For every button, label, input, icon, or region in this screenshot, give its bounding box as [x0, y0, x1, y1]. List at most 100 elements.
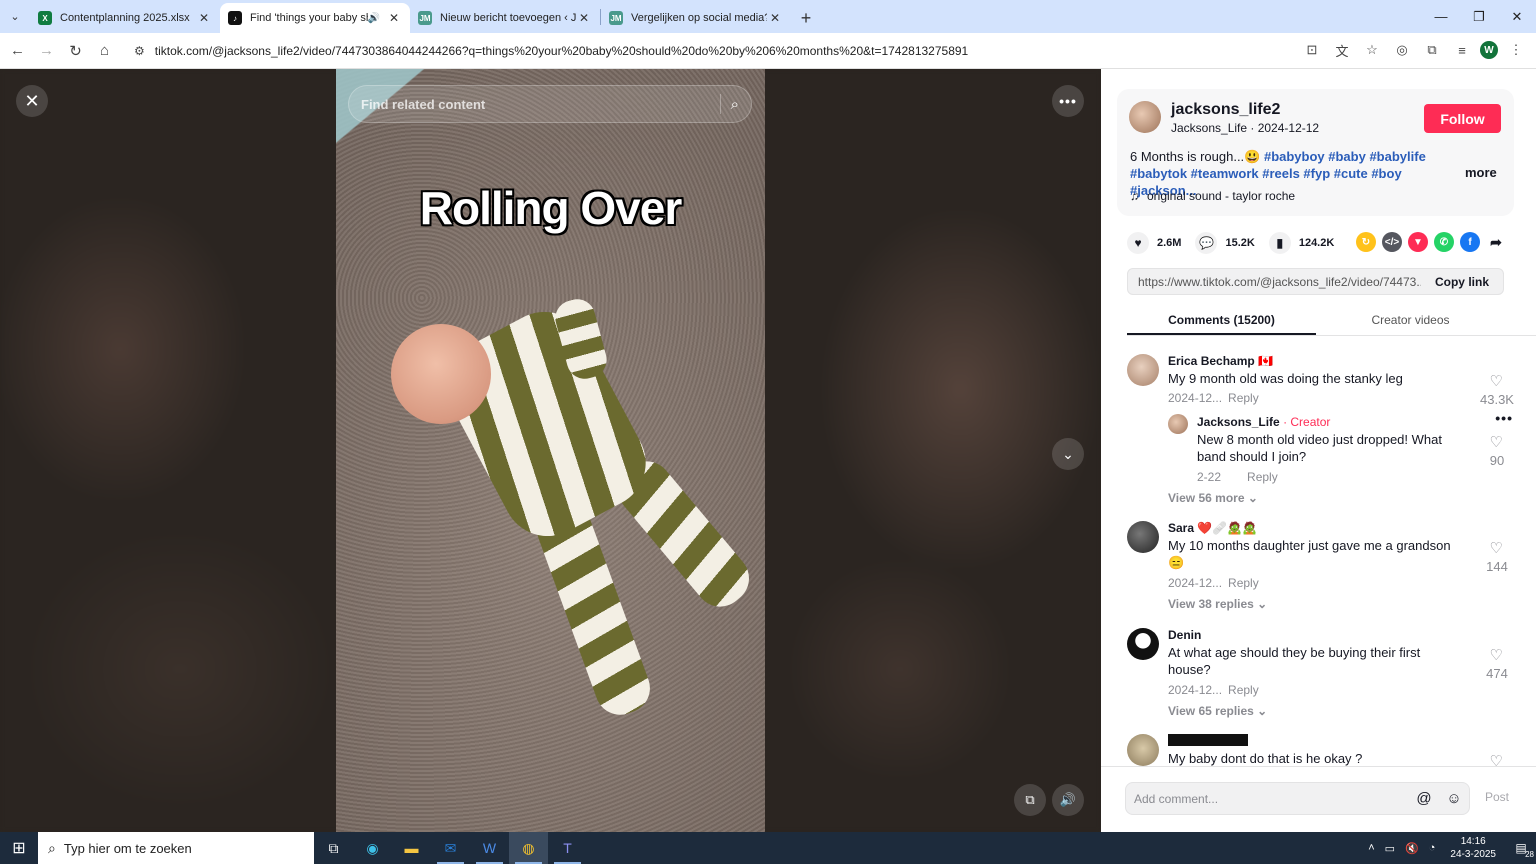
reload-icon[interactable]: ↻ — [61, 36, 90, 66]
description-more-link[interactable]: more — [1465, 165, 1497, 180]
repost-icon[interactable]: ↻ — [1356, 232, 1376, 252]
more-options-button[interactable]: ••• — [1052, 85, 1084, 117]
minimize-icon[interactable]: — — [1422, 0, 1460, 33]
browser-tab-jm-new-post[interactable]: JM Nieuw bericht toevoegen ‹ J/M ✕ — [410, 3, 600, 33]
reply-button[interactable]: Reply — [1247, 470, 1278, 484]
comment-more-icon[interactable]: ••• — [1495, 410, 1513, 426]
commenter-name[interactable]: Erica Bechamp 🇨🇦 — [1168, 354, 1273, 368]
bookmark-star-icon[interactable]: ☆ — [1360, 37, 1384, 63]
author-avatar[interactable] — [1129, 101, 1161, 133]
battery-icon[interactable]: ▭ — [1385, 842, 1395, 855]
creator-avatar[interactable] — [1168, 414, 1188, 434]
close-video-button[interactable]: ✕ — [16, 85, 48, 117]
browser-menu-icon[interactable]: ⋮ — [1504, 37, 1528, 63]
browser-tab-jm-compare[interactable]: JM Vergelijken op social media? Zo ✕ — [601, 3, 791, 33]
teams-icon[interactable]: T — [548, 832, 587, 864]
browser-tab-excel[interactable]: X Contentplanning 2025.xlsx ✕ — [30, 3, 220, 33]
commenter-avatar[interactable] — [1127, 521, 1159, 553]
commenter-name-redacted[interactable] — [1168, 734, 1248, 749]
creator-tag: · Creator — [1283, 415, 1331, 429]
commenter-avatar[interactable] — [1127, 354, 1159, 386]
close-tab-icon[interactable]: ✕ — [767, 11, 783, 25]
post-button[interactable]: Post — [1485, 790, 1509, 804]
profile-avatar[interactable]: W — [1480, 41, 1498, 59]
search-icon[interactable]: ⌕ — [731, 96, 739, 113]
emoji-icon[interactable]: ☺ — [1439, 790, 1469, 807]
picture-in-picture-icon[interactable]: ⧉ — [1014, 784, 1046, 816]
heart-outline-icon[interactable]: ♡ — [1490, 433, 1503, 451]
install-app-icon[interactable]: ⊡ — [1300, 37, 1324, 63]
address-bar[interactable]: ⚙ tiktok.com/@jacksons_life2/video/74473… — [126, 37, 1266, 65]
commenter-name[interactable]: Denin — [1168, 628, 1201, 642]
media-control-icon[interactable]: ≡ — [1450, 37, 1474, 63]
mention-icon[interactable]: @ — [1409, 790, 1439, 807]
author-username[interactable]: jacksons_life2 — [1171, 101, 1280, 119]
edge-icon[interactable]: ◉ — [353, 832, 392, 864]
translate-icon[interactable]: 文 — [1330, 37, 1354, 63]
commenter-avatar[interactable] — [1127, 734, 1159, 766]
file-explorer-icon[interactable]: ▬ — [392, 832, 431, 864]
extension-icon[interactable]: ◎ — [1390, 37, 1414, 63]
word-icon[interactable]: W — [470, 832, 509, 864]
music-info[interactable]: ♫ original sound - taylor roche — [1130, 189, 1295, 203]
close-tab-icon[interactable]: ✕ — [386, 11, 402, 25]
speaker-icon[interactable]: 🔊 — [368, 13, 380, 24]
save-action[interactable]: ▮ 124.2K — [1268, 232, 1334, 254]
browser-tab-strip: ⌄ X Contentplanning 2025.xlsx ✕ ♪ Find '… — [0, 0, 1536, 33]
outlook-icon[interactable]: ✉ — [431, 832, 470, 864]
close-tab-icon[interactable]: ✕ — [576, 11, 592, 25]
wifi-icon[interactable]: ◔ — [1429, 842, 1436, 854]
close-window-icon[interactable]: ✕ — [1498, 0, 1536, 33]
commenter-name[interactable]: Sara ❤️🩹🧟🧟 — [1168, 521, 1257, 535]
restore-icon[interactable]: ❐ — [1460, 0, 1498, 33]
comment-icon: 💬 — [1195, 232, 1218, 254]
view-replies[interactable]: View 38 replies ⌄ — [1168, 597, 1267, 611]
windows-start-icon[interactable]: ⊞ — [0, 832, 38, 864]
mute-icon[interactable]: 🔇 — [1405, 842, 1419, 855]
send-friends-icon[interactable]: ▼ — [1408, 232, 1428, 252]
site-info-icon[interactable]: ⚙ — [134, 44, 145, 58]
new-tab-button[interactable]: + — [791, 3, 821, 33]
heart-outline-icon[interactable]: ♡ — [1490, 646, 1503, 664]
chrome-icon[interactable]: ◍ — [509, 832, 548, 864]
creator-reply-name[interactable]: Jacksons_Life · Creator — [1197, 415, 1330, 429]
taskbar-search[interactable]: ⌕ Typ hier om te zoeken — [38, 832, 314, 864]
browser-tab-tiktok[interactable]: ♪ Find 'things your baby shou 🔊 ✕ — [220, 3, 410, 33]
home-icon[interactable]: ⌂ — [90, 36, 119, 66]
notification-center-icon[interactable]: ▤ 28 — [1506, 841, 1536, 859]
add-comment-input[interactable]: Add comment... @ ☺ — [1125, 782, 1470, 815]
heart-outline-icon[interactable]: ♡ — [1490, 372, 1503, 390]
task-view-icon[interactable]: ⧉ — [314, 832, 353, 864]
clock[interactable]: 14:16 24-3-2025 — [1450, 835, 1496, 861]
reply-button[interactable]: Reply — [1228, 683, 1259, 697]
reply-button[interactable]: Reply — [1228, 391, 1259, 405]
puzzle-icon[interactable]: ⧉ — [1420, 37, 1444, 63]
volume-icon[interactable]: 🔊 — [1052, 784, 1084, 816]
tab-comments[interactable]: Comments (15200) — [1127, 309, 1316, 335]
next-video-button[interactable]: ⌄ — [1052, 438, 1084, 470]
facebook-icon[interactable]: f — [1460, 232, 1480, 252]
video-frame[interactable]: Rolling Over — [336, 69, 765, 832]
tab-creator-videos[interactable]: Creator videos — [1316, 309, 1505, 335]
forward-icon[interactable]: → — [32, 36, 61, 66]
view-more-replies[interactable]: View 56 more ⌄ — [1168, 491, 1258, 505]
view-replies[interactable]: View 65 replies ⌄ — [1168, 704, 1267, 718]
tab-search-icon[interactable]: ⌄ — [0, 0, 30, 33]
like-action[interactable]: ♥ 2.6M — [1127, 232, 1181, 254]
heart-outline-icon[interactable]: ♡ — [1490, 539, 1503, 557]
embed-icon[interactable]: </> — [1382, 232, 1402, 252]
reply-button[interactable]: Reply — [1228, 576, 1259, 590]
copy-link-button[interactable]: Copy link — [1421, 275, 1503, 289]
share-arrow-icon[interactable]: ➦ — [1486, 232, 1506, 252]
back-icon[interactable]: ← — [3, 36, 32, 66]
follow-button[interactable]: Follow — [1424, 104, 1501, 133]
commenter-avatar[interactable] — [1127, 628, 1159, 660]
close-tab-icon[interactable]: ✕ — [196, 11, 212, 25]
comment-action[interactable]: 💬 15.2K — [1195, 232, 1255, 254]
tray-chevron-icon[interactable]: ˄ — [1368, 842, 1374, 854]
browser-toolbar: ← → ↻ ⌂ ⚙ tiktok.com/@jacksons_life2/vid… — [0, 33, 1536, 69]
related-search-input[interactable]: Find related content ⌕ — [348, 85, 752, 123]
whatsapp-icon[interactable]: ✆ — [1434, 232, 1454, 252]
excel-icon: X — [38, 11, 52, 25]
heart-outline-icon[interactable]: ♡ — [1490, 752, 1503, 766]
